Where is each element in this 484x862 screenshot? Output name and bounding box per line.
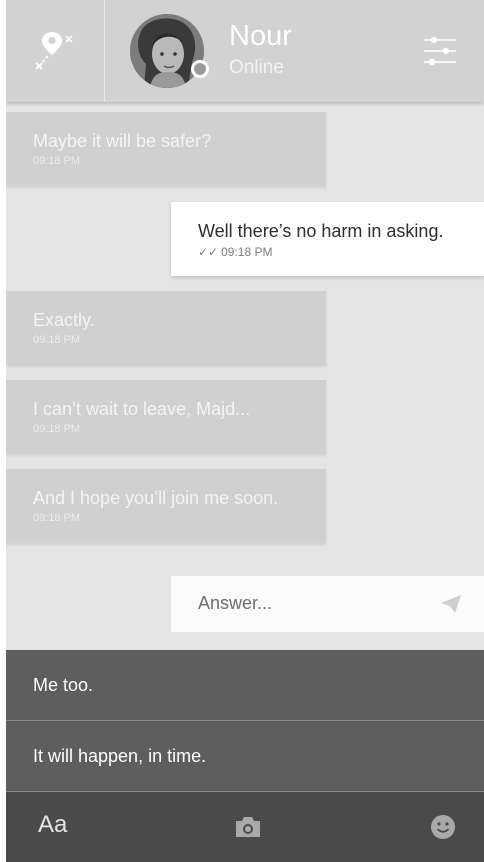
avatar[interactable] (130, 14, 204, 88)
reply-choices: Me too. It will happen, in time. (6, 650, 484, 792)
bottom-toolbar: Aa (6, 792, 484, 862)
message-text: Well there’s no harm in asking. (198, 221, 444, 241)
reply-choice[interactable]: Me too. (6, 650, 484, 721)
message-bubble-incoming: Maybe it will be safer? 09:18 PM (6, 112, 326, 186)
online-status-dot (191, 60, 209, 78)
message-text: I can’t wait to leave, Majd... (33, 399, 251, 419)
message-bubble-incoming: I can’t wait to leave, Majd... 09:18 PM (6, 380, 326, 454)
message-text: And I hope you’ll join me soon. (33, 488, 279, 508)
font-size-button[interactable]: Aa (38, 811, 67, 839)
message-bubble-incoming: Exactly. 09:18 PM (6, 291, 326, 365)
message-time-value: 09:18 PM (221, 245, 273, 259)
reply-choice[interactable]: It will happen, in time. (6, 721, 484, 792)
message-bubble-outgoing: Well there’s no harm in asking. ✓✓ 09:18 … (171, 202, 484, 276)
message-bubble-incoming: And I hope you’ll join me soon. 09:18 PM (6, 469, 326, 543)
settings-button[interactable] (422, 34, 458, 68)
map-button[interactable] (6, 0, 104, 102)
message-text: Maybe it will be safer? (33, 131, 212, 151)
message-text: Exactly. (33, 310, 95, 330)
read-ticks-icon: ✓✓ (198, 245, 219, 259)
chat-header: Nour Online (6, 0, 484, 102)
message-time: 09:18 PM (33, 155, 81, 167)
paper-plane-icon[interactable] (440, 594, 462, 614)
camera-icon[interactable] (234, 816, 262, 838)
smiley-icon[interactable] (430, 814, 456, 840)
message-time: 09:18 PM (33, 334, 81, 346)
message-time: 09:18 PM (33, 512, 81, 524)
contact-status: Online (229, 57, 284, 78)
answer-input[interactable]: Answer... (171, 576, 484, 632)
contact-name: Nour (229, 20, 292, 52)
message-time: 09:18 PM (33, 423, 81, 435)
header-divider (104, 0, 105, 102)
map-pin-route-icon (35, 32, 73, 70)
message-list[interactable]: Maybe it will be safer? 09:18 PM Well th… (6, 102, 484, 650)
sliders-icon (424, 36, 456, 66)
answer-placeholder: Answer... (198, 593, 273, 613)
message-time: ✓✓ 09:18 PM (198, 245, 484, 259)
chat-screen: Nour Online Maybe it will be safer? 09:1… (6, 0, 484, 862)
